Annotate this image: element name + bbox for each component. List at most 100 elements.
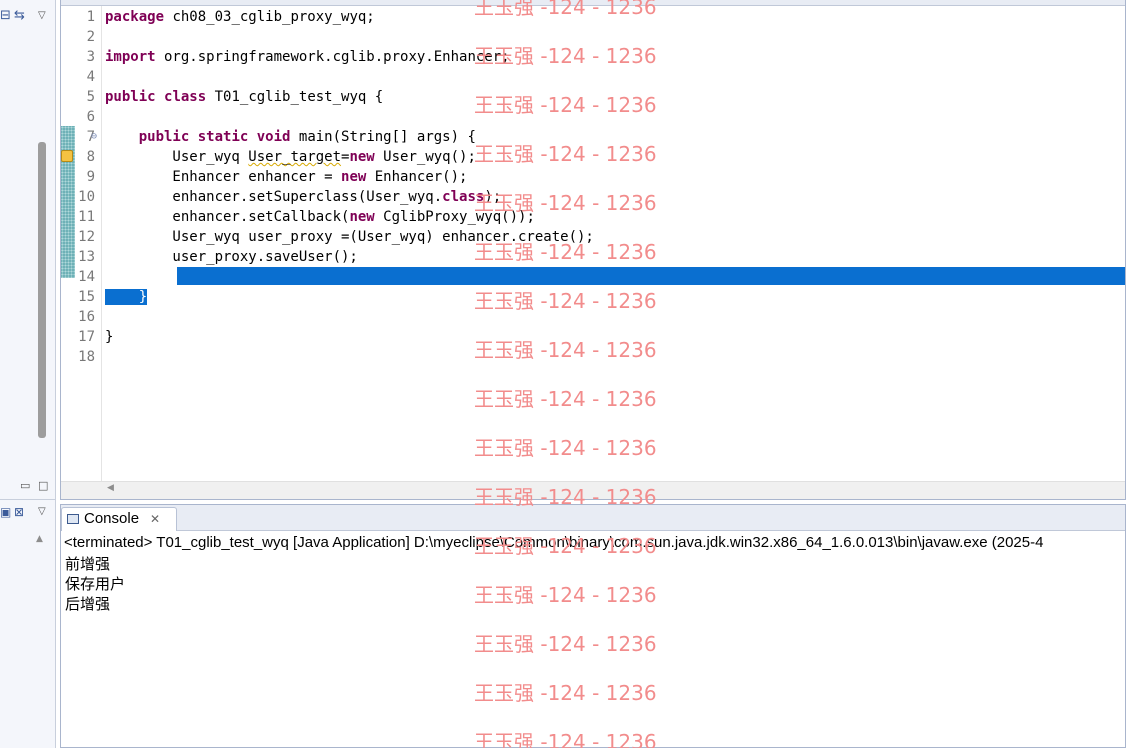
line-number: 7: [86, 129, 95, 145]
code-token: User_wyq: [105, 149, 249, 165]
code-line[interactable]: 6: [87, 107, 1125, 127]
code-token: User_wyq user_proxy =(User_wyq) enhancer…: [105, 229, 594, 245]
line-number: 13: [78, 249, 95, 265]
package-explorer-pane: ⊟ ⇆ ▽: [0, 0, 56, 472]
console-view: Console ✕ <terminated> T01_cglib_test_wy…: [60, 504, 1126, 748]
console-tab-bar: Console ✕: [61, 505, 1125, 531]
code-token: main(String[] args) {: [290, 129, 476, 145]
link-with-editor-icon[interactable]: ⇆: [14, 2, 25, 30]
line-number: 14: [78, 269, 95, 285]
code-text: public class T01_cglib_test_wyq {: [105, 87, 383, 107]
code-text: user_proxy.saveUser();: [105, 247, 358, 267]
code-area[interactable]: 1 package ch08_03_cglib_proxy_wyq; 2 3 impor…: [61, 6, 1125, 481]
code-token: Enhancer enhancer =: [105, 169, 342, 185]
view-menu-icon[interactable]: ▽: [38, 500, 46, 524]
line-number: 9: [86, 169, 95, 185]
line-number: 5: [86, 89, 95, 105]
code-text: package ch08_03_cglib_proxy_wyq;: [105, 7, 375, 27]
console-output-line: 前增强: [65, 555, 111, 573]
explorer-toolbar: ⊟ ⇆ ▽: [0, 2, 56, 30]
code-line[interactable]: 16: [78, 307, 1125, 327]
line-number: 1: [86, 9, 95, 25]
code-line[interactable]: 12 User_wyq user_proxy =(User_wyq) enhan…: [78, 227, 1125, 247]
outline-toolbar: ▣ ⊠ ▽: [0, 500, 55, 524]
selection-highlight: [177, 267, 1125, 285]
keyword: class: [442, 189, 485, 205]
tab-console[interactable]: Console ✕: [61, 507, 177, 531]
code-token: ch08_03_cglib_proxy_wyq;: [164, 9, 375, 25]
code-token: enhancer.setCallback(: [105, 209, 350, 225]
keyword: void: [256, 129, 291, 145]
explorer-scrollbar[interactable]: [38, 142, 46, 438]
line-number: 6: [86, 109, 95, 125]
scroll-left-icon[interactable]: ◀: [107, 483, 114, 493]
code-token: T01_cglib_test_wyq {: [206, 89, 384, 105]
code-line[interactable]: 5 public class T01_cglib_test_wyq {: [87, 87, 1125, 107]
console-output[interactable]: 前增强 保存用户 后增强: [65, 554, 125, 614]
code-text: }: [105, 327, 113, 347]
minimize-icon[interactable]: ▭: [20, 472, 30, 500]
code-line[interactable]: 9 Enhancer enhancer = new Enhancer();: [87, 167, 1125, 187]
code-editor[interactable]: 1 package ch08_03_cglib_proxy_wyq; 2 3 impor…: [60, 0, 1126, 500]
line-number: 12: [78, 229, 95, 245]
line-number: 15: [78, 289, 95, 305]
code-token: CglibProxy_wyq());: [374, 209, 535, 225]
line-number: 11: [78, 209, 95, 225]
console-output-line: 保存用户: [65, 575, 126, 593]
code-line[interactable]: 17}: [78, 327, 1125, 347]
maximize-icon[interactable]: □: [38, 472, 48, 500]
keyword: public: [138, 129, 190, 145]
line-number: 2: [86, 29, 95, 45]
code-text: Enhancer enhancer = new Enhancer();: [105, 167, 467, 187]
keyword: static: [197, 129, 249, 145]
editor-horizontal-scrollbar[interactable]: ◀: [61, 481, 1125, 499]
code-token: user_proxy.saveUser();: [105, 249, 358, 265]
warning-icon[interactable]: [61, 150, 73, 162]
code-text: User_wyq User_target=new User_wyq();: [105, 147, 475, 167]
fold-icon[interactable]: ⊖: [91, 127, 97, 147]
console-status-line: <terminated> T01_cglib_test_wyq [Java Ap…: [64, 534, 1044, 551]
close-icon[interactable]: ✕: [150, 508, 160, 530]
code-line[interactable]: 2: [87, 27, 1125, 47]
code-token: Enhancer();: [366, 169, 468, 185]
keyword: public: [105, 89, 156, 105]
outline-icon[interactable]: ▣: [0, 500, 11, 524]
line-number: 16: [78, 309, 95, 325]
view-menu-icon[interactable]: ▽: [38, 2, 46, 30]
scroll-up-icon[interactable]: ▲: [36, 534, 43, 544]
code-line[interactable]: 4: [87, 67, 1125, 87]
line-number: 4: [86, 69, 95, 85]
code-text: import org.springframework.cglib.proxy.E…: [105, 47, 510, 67]
keyword: new: [341, 169, 367, 185]
code-line[interactable]: 8 User_wyq User_target=new User_wyq();: [61, 147, 1125, 167]
keyword: new: [349, 209, 375, 225]
code-token: }: [105, 289, 148, 305]
code-token: );: [484, 189, 502, 205]
outline-pane: ▭ □ ▣ ⊠ ▽ ▲: [0, 472, 56, 748]
code-line[interactable]: 14: [78, 267, 1125, 287]
code-line[interactable]: 13 user_proxy.saveUser();: [78, 247, 1125, 267]
code-line[interactable]: 1 package ch08_03_cglib_proxy_wyq;: [87, 7, 1125, 27]
code-token: enhancer.setSuperclass(User_wyq.: [105, 189, 443, 205]
code-line[interactable]: 15 }: [78, 287, 1125, 307]
code-line[interactable]: 3 import org.springframework.cglib.proxy.…: [87, 47, 1125, 67]
keyword: import: [105, 49, 156, 65]
line-number: 18: [78, 349, 95, 365]
code-text: enhancer.setSuperclass(User_wyq.class);: [105, 187, 501, 207]
keyword: new: [349, 149, 375, 165]
line-number: 3: [86, 49, 95, 65]
hierarchy-icon[interactable]: ⊠: [14, 500, 24, 524]
console-icon: [67, 514, 79, 524]
code-text: public static void main(String[] args) {: [105, 127, 476, 147]
line-number: 10: [78, 189, 95, 205]
collapse-all-icon[interactable]: ⊟: [0, 2, 11, 30]
code-line[interactable]: 10 enhancer.setSuperclass(User_wyq.class…: [78, 187, 1125, 207]
code-text: User_wyq user_proxy =(User_wyq) enhancer…: [105, 227, 594, 247]
code-line[interactable]: 18: [78, 347, 1125, 367]
code-line[interactable]: 11 enhancer.setCallback(new CglibProxy_w…: [78, 207, 1125, 227]
code-line[interactable]: 7 ⊖ public static void main(String[] args…: [87, 127, 1125, 147]
